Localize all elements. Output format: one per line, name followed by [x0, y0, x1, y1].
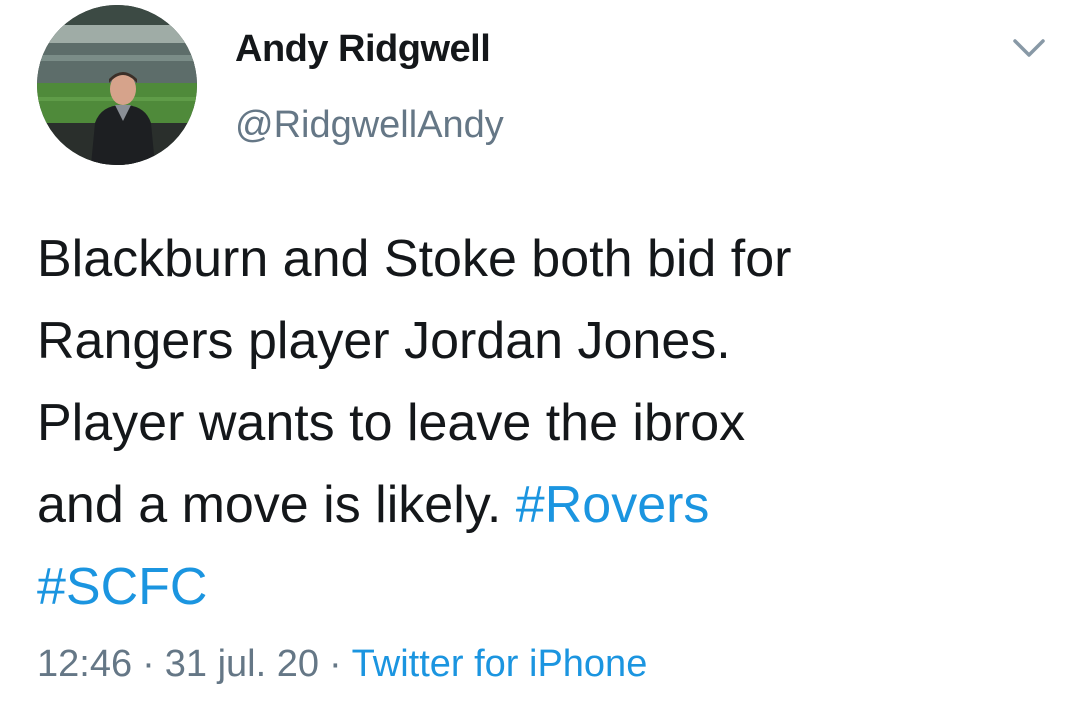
author-name[interactable]: Andy Ridgwell — [235, 28, 491, 71]
tweet-meta: 12:46 · 31 jul. 20 · Twitter for iPhone — [37, 643, 647, 686]
tweet-text: Blackburn and Stoke both bid for Rangers… — [37, 218, 1057, 628]
tweet-line-4: and a move is likely. #Rovers — [37, 464, 1057, 546]
avatar[interactable] — [37, 5, 197, 165]
meta-separator: · — [142, 643, 155, 685]
tweet-line-4-text: and a move is likely. — [37, 476, 502, 534]
tweet-line-3: Player wants to leave the ibrox — [37, 394, 746, 452]
tweet-line-1: Blackburn and Stoke both bid for — [37, 230, 792, 288]
meta-separator-2: · — [328, 643, 342, 685]
tweet-source[interactable]: Twitter for iPhone — [352, 643, 648, 685]
hashtag-rovers[interactable]: #Rovers — [516, 476, 710, 534]
author-handle[interactable]: @RidgwellAndy — [235, 104, 504, 147]
tweet-line-5: #SCFC — [37, 546, 1057, 628]
chevron-down-icon[interactable] — [1012, 36, 1046, 60]
hashtag-scfc[interactable]: #SCFC — [37, 558, 207, 616]
avatar-photo — [37, 5, 197, 165]
tweet-date[interactable]: 31 jul. 20 — [165, 643, 319, 685]
tweet-line-2: Rangers player Jordan Jones. — [37, 312, 731, 370]
tweet-time[interactable]: 12:46 — [37, 643, 132, 685]
